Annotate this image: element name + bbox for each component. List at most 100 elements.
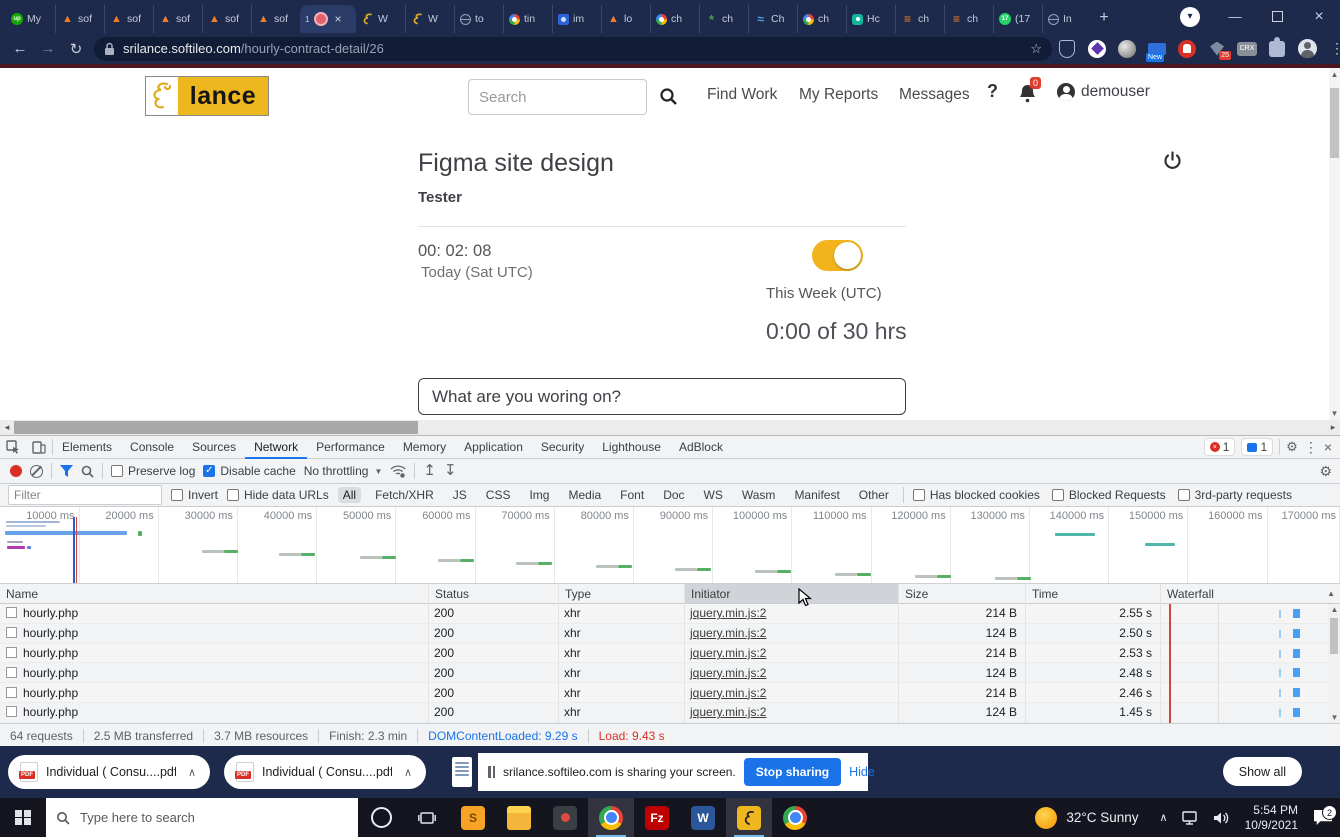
devtools-kebab-icon[interactable]: ⋮	[1304, 439, 1318, 456]
clear-network-log-icon[interactable]	[30, 465, 43, 478]
browser-tab[interactable]: ≡ch	[944, 5, 993, 33]
export-har-icon[interactable]: ↧	[444, 464, 457, 478]
devtools-tab-security[interactable]: Security	[532, 436, 593, 459]
browser-tab[interactable]: ▲sof	[104, 5, 153, 33]
browser-tab[interactable]: ≈Ch	[748, 5, 797, 33]
network-tray-icon[interactable]	[1175, 798, 1206, 837]
browser-tab[interactable]: ▲sof	[153, 5, 202, 33]
browser-tab[interactable]: W	[405, 5, 454, 33]
browser-tab[interactable]: upMy	[6, 5, 55, 33]
column-header-time[interactable]: Time	[1025, 584, 1160, 603]
devtools-settings-gear-icon[interactable]: ⚙	[1286, 439, 1298, 455]
browser-menu-kebab-icon[interactable]: ⋮	[1322, 33, 1340, 64]
nav-my-reports[interactable]: My Reports	[799, 86, 878, 104]
network-search-icon[interactable]	[81, 465, 94, 478]
filter-check-has-blocked-cookies[interactable]: Has blocked cookies	[913, 488, 1040, 502]
initiator-link[interactable]: jquery.min.js:2	[690, 646, 766, 660]
console-errors-badge[interactable]: ×1	[1204, 438, 1236, 456]
browser-tab[interactable]: In	[1042, 5, 1091, 33]
filter-type-doc[interactable]: Doc	[658, 487, 689, 503]
devtools-tab-console[interactable]: Console	[121, 436, 183, 459]
page-vertical-scrollbar[interactable]: ▲ ▼	[1329, 68, 1340, 420]
request-initiator-cell[interactable]: jquery.min.js:2	[684, 705, 898, 719]
request-name-cell[interactable]: hourly.php	[0, 606, 428, 620]
filter-type-font[interactable]: Font	[615, 487, 649, 503]
request-waterfall-cell[interactable]	[1160, 644, 1340, 663]
download-chip[interactable]: Individual ( Consu....pdf∧	[8, 755, 210, 789]
hide-data-urls-checkbox[interactable]: Hide data URLs	[227, 488, 329, 502]
network-conditions-icon[interactable]	[390, 465, 406, 478]
network-settings-gear-icon[interactable]: ⚙	[1319, 463, 1332, 480]
new-extension-icon[interactable]: New	[1142, 33, 1172, 64]
filter-type-manifest[interactable]: Manifest	[789, 487, 844, 503]
site-search-input[interactable]	[468, 79, 647, 115]
filter-type-fetch-xhr[interactable]: Fetch/XHR	[370, 487, 439, 503]
start-button[interactable]	[0, 798, 46, 837]
initiator-link[interactable]: jquery.min.js:2	[690, 705, 766, 719]
devtools-tab-memory[interactable]: Memory	[394, 436, 455, 459]
devtools-close-icon[interactable]: ×	[1324, 439, 1332, 455]
table-scroll-up-icon[interactable]: ▲	[1329, 605, 1340, 614]
request-initiator-cell[interactable]: jquery.min.js:2	[684, 626, 898, 640]
browser-tab[interactable]: tin	[503, 5, 552, 33]
nav-messages[interactable]: Messages	[899, 86, 970, 104]
new-tab-button[interactable]: +	[1091, 5, 1117, 31]
scroll-down-icon[interactable]: ▼	[1329, 409, 1340, 418]
taskbar-search[interactable]	[46, 798, 358, 837]
taskbar-weather[interactable]: 32°C Sunny	[1021, 807, 1152, 829]
filter-type-other[interactable]: Other	[854, 487, 894, 503]
network-request-row[interactable]: hourly.php200xhrjquery.min.js:2124 B2.50…	[0, 624, 1340, 644]
forward-button[interactable]: →	[34, 40, 62, 57]
devtools-tab-network[interactable]: Network	[245, 436, 307, 459]
network-filter-input[interactable]	[8, 485, 162, 505]
browser-avatar[interactable]	[1292, 33, 1322, 64]
request-initiator-cell[interactable]: jquery.min.js:2	[684, 646, 898, 660]
request-name-cell[interactable]: hourly.php	[0, 705, 428, 719]
devtools-tab-sources[interactable]: Sources	[183, 436, 245, 459]
browser-tab[interactable]: 17(17	[993, 5, 1042, 33]
window-maximize-button[interactable]	[1256, 0, 1298, 33]
request-waterfall-cell[interactable]	[1160, 624, 1340, 643]
console-messages-badge[interactable]: 1	[1241, 438, 1273, 456]
taskbar-app-chrome[interactable]	[588, 798, 634, 837]
task-view-button[interactable]	[404, 798, 450, 837]
browser-tab[interactable]: *ch	[699, 5, 748, 33]
invert-checkbox[interactable]: Invert	[171, 488, 218, 502]
filter-type-js[interactable]: JS	[448, 487, 472, 503]
sphere-extension-icon[interactable]	[1112, 33, 1142, 64]
scroll-left-icon[interactable]: ◂	[0, 420, 14, 435]
filter-type-media[interactable]: Media	[563, 487, 606, 503]
help-button[interactable]: ?	[987, 81, 998, 102]
devtools-tab-performance[interactable]: Performance	[307, 436, 394, 459]
network-request-row[interactable]: hourly.php200xhrjquery.min.js:2124 B2.48…	[0, 663, 1340, 683]
request-name-cell[interactable]: hourly.php	[0, 626, 428, 640]
initiator-link[interactable]: jquery.min.js:2	[690, 626, 766, 640]
request-waterfall-cell[interactable]	[1160, 703, 1340, 722]
filter-check-3rd-party-requests[interactable]: 3rd-party requests	[1178, 488, 1292, 502]
bookmark-star-icon[interactable]: ☆	[1030, 41, 1042, 57]
taskbar-clock[interactable]: 5:54 PM10/9/2021	[1237, 803, 1306, 833]
browser-tab[interactable]: Hc	[846, 5, 895, 33]
column-header-status[interactable]: Status	[428, 584, 558, 603]
devtools-tab-lighthouse[interactable]: Lighthouse	[593, 436, 670, 459]
browser-tab[interactable]: ch	[797, 5, 846, 33]
table-scrollbar-thumb[interactable]	[1330, 618, 1338, 654]
taskbar-app-file-explorer[interactable]	[496, 798, 542, 837]
download-caret-icon[interactable]: ∧	[404, 766, 412, 779]
user-menu[interactable]: demouser	[1057, 83, 1150, 101]
action-center-button[interactable]: 2	[1306, 810, 1340, 825]
inspect-element-icon[interactable]	[0, 440, 26, 454]
browser-tab[interactable]: ▲sof	[55, 5, 104, 33]
column-header-type[interactable]: Type	[558, 584, 684, 603]
download-chip[interactable]: Individual ( Consu....pdf∧	[224, 755, 426, 789]
taskbar-app-chrome-colored[interactable]	[772, 798, 818, 837]
browser-tab[interactable]: ▲lo	[601, 5, 650, 33]
filter-type-all[interactable]: All	[338, 487, 361, 503]
gem-extension-icon[interactable]: 25	[1202, 33, 1232, 64]
request-name-cell[interactable]: hourly.php	[0, 666, 428, 680]
device-toolbar-icon[interactable]	[26, 440, 52, 454]
record-network-log-button[interactable]	[10, 465, 22, 477]
column-header-initiator[interactable]: Initiator	[684, 584, 898, 603]
filter-type-css[interactable]: CSS	[481, 487, 516, 503]
tracking-toggle[interactable]	[812, 240, 863, 271]
